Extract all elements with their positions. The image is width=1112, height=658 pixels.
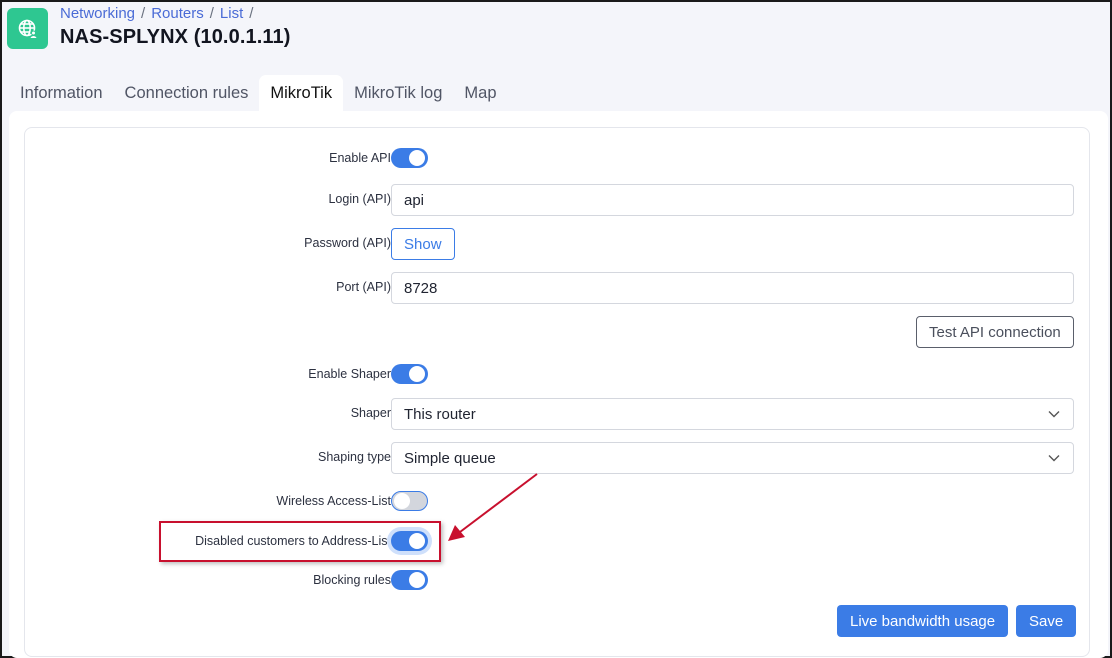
port-api-input[interactable]: 8728 — [391, 272, 1074, 304]
enable-api-label: Enable API — [329, 151, 391, 165]
mikrotik-settings-card: Enable API Login (API) api Password (API… — [24, 127, 1090, 657]
chevron-down-icon — [1048, 411, 1060, 418]
password-api-label: Password (API) — [304, 236, 391, 250]
breadcrumb-separator: / — [141, 5, 146, 22]
enable-shaper-toggle[interactable] — [391, 364, 428, 384]
breadcrumb: Networking / Routers / List / — [60, 5, 290, 22]
show-password-button[interactable]: Show — [391, 228, 455, 260]
toggle-knob — [409, 572, 425, 588]
enable-shaper-row: Enable Shaper — [25, 364, 1089, 384]
shaper-select[interactable]: This router — [391, 398, 1074, 430]
breadcrumb-routers[interactable]: Routers — [151, 5, 204, 22]
tab-mikrotik[interactable]: MikroTik — [259, 75, 344, 111]
enable-shaper-label: Enable Shaper — [308, 367, 391, 381]
breadcrumb-separator: / — [209, 5, 214, 22]
wireless-access-list-row: Wireless Access-List — [25, 491, 1089, 511]
tab-bar: Information Connection rules MikroTik Mi… — [9, 75, 508, 111]
enable-api-row: Enable API — [25, 148, 1089, 168]
tab-information[interactable]: Information — [9, 75, 114, 111]
toggle-knob — [409, 366, 425, 382]
wireless-access-list-label: Wireless Access-List — [276, 494, 391, 508]
blocking-rules-toggle[interactable] — [391, 570, 428, 590]
blocking-rules-label: Blocking rules — [313, 573, 391, 587]
page-header: Networking / Routers / List / NAS-SPLYNX… — [7, 5, 290, 53]
toggle-knob — [394, 492, 410, 509]
annotation-highlight-box — [159, 521, 441, 562]
shaper-value: This router — [404, 405, 476, 423]
save-button[interactable]: Save — [1016, 605, 1077, 637]
shaper-label: Shaper — [350, 406, 391, 420]
breadcrumb-list[interactable]: List — [220, 5, 243, 22]
test-api-connection-button[interactable]: Test API connection — [916, 316, 1074, 348]
shaping-type-select[interactable]: Simple queue — [391, 442, 1074, 474]
chevron-down-icon — [1048, 455, 1060, 462]
breadcrumb-networking[interactable]: Networking — [60, 5, 135, 22]
blocking-rules-row: Blocking rules — [25, 570, 1089, 590]
tab-mikrotik-log[interactable]: MikroTik log — [343, 75, 453, 111]
port-api-label: Port (API) — [336, 280, 391, 294]
login-api-input[interactable]: api — [391, 184, 1074, 216]
enable-api-toggle[interactable] — [391, 148, 428, 168]
globe-user-icon — [7, 8, 48, 49]
breadcrumb-separator: / — [249, 5, 254, 22]
tab-connection-rules[interactable]: Connection rules — [114, 75, 260, 111]
tab-map[interactable]: Map — [453, 75, 507, 111]
login-api-label: Login (API) — [328, 192, 391, 206]
shaping-type-value: Simple queue — [404, 449, 496, 467]
wireless-access-list-toggle[interactable] — [391, 491, 428, 511]
live-bandwidth-usage-button[interactable]: Live bandwidth usage — [837, 605, 1009, 637]
page-title: NAS-SPLYNX (10.0.1.11) — [60, 26, 291, 48]
shaping-type-label: Shaping type — [318, 450, 391, 464]
tab-panel: Enable API Login (API) api Password (API… — [9, 111, 1108, 658]
toggle-knob — [409, 150, 425, 166]
